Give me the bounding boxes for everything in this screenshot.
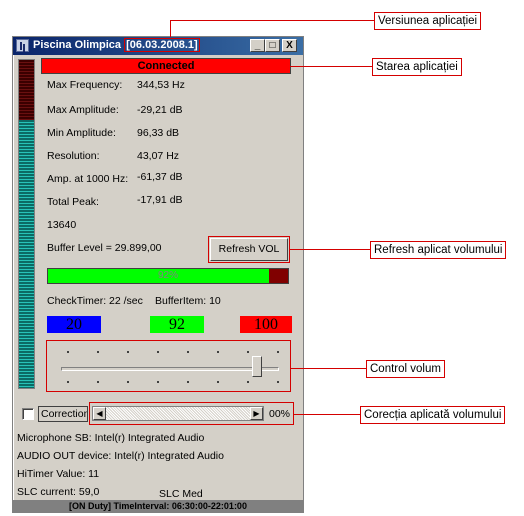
slider-tick bbox=[127, 381, 129, 383]
vu-meter-peak bbox=[19, 60, 34, 120]
window-title: Piscina Olimpica [06.03.2008.1] bbox=[33, 38, 200, 52]
metric-label: Total Peak: bbox=[47, 196, 99, 208]
close-button[interactable]: X bbox=[282, 39, 297, 52]
slider-tick bbox=[217, 381, 219, 383]
volume-slider-track[interactable] bbox=[61, 367, 279, 371]
maximize-button[interactable]: □ bbox=[265, 39, 280, 52]
callout-correction: Corecția aplicată volumului bbox=[360, 406, 506, 424]
counter-value: 13640 bbox=[47, 219, 77, 231]
hitimer-info: HiTimer Value: 11 bbox=[17, 468, 100, 480]
slider-tick bbox=[217, 351, 219, 353]
callout-connector bbox=[293, 414, 360, 415]
metric-label: Resolution: bbox=[47, 150, 100, 162]
refresh-vol-button[interactable]: Refresh VOL bbox=[208, 236, 290, 263]
scroll-right-arrow-icon[interactable]: ▶ bbox=[250, 407, 263, 420]
metric-label: Min Amplitude: bbox=[47, 127, 116, 139]
audio-out-info: AUDIO OUT device: Intel(r) Integrated Au… bbox=[17, 450, 224, 462]
connection-status: Connected bbox=[41, 58, 291, 74]
buffer-level-text: Buffer Level = 29.899,00 bbox=[47, 242, 162, 254]
title-bar[interactable]: Piscina Olimpica [06.03.2008.1] _ □ X bbox=[13, 37, 303, 55]
callout-connector bbox=[170, 20, 171, 37]
callout-version: Versiunea aplicației bbox=[374, 12, 482, 30]
correction-scrollbar[interactable]: ◀ ▶ bbox=[92, 406, 264, 421]
app-icon bbox=[16, 39, 29, 52]
metric-value: -29,21 dB bbox=[137, 104, 183, 116]
metric-label: Max Frequency: bbox=[47, 79, 123, 91]
app-window: Piscina Olimpica [06.03.2008.1] _ □ X Co… bbox=[12, 36, 304, 513]
indicator-green: 92 bbox=[150, 316, 204, 333]
slc-current-info: SLC current: 59,0 bbox=[17, 486, 100, 498]
slider-tick bbox=[187, 351, 189, 353]
slider-tick bbox=[277, 381, 279, 383]
indicator-blue: 20 bbox=[47, 316, 101, 333]
buffer-progress-label: 92% bbox=[157, 270, 178, 281]
callout-connector bbox=[290, 66, 372, 67]
correction-checkbox[interactable] bbox=[22, 408, 34, 420]
scroll-left-arrow-icon[interactable]: ◀ bbox=[93, 407, 106, 420]
vu-meter-level bbox=[19, 120, 34, 388]
slider-tick bbox=[187, 381, 189, 383]
metric-label: Max Amplitude: bbox=[47, 104, 119, 116]
version-label: [06.03.2008.1] bbox=[124, 38, 200, 52]
app-title: Piscina Olimpica bbox=[33, 39, 122, 51]
slider-tick bbox=[97, 351, 99, 353]
volume-slider-thumb[interactable] bbox=[252, 356, 263, 377]
callout-connector bbox=[290, 368, 366, 369]
slider-tick bbox=[247, 381, 249, 383]
buffer-progress-bar: 92% bbox=[47, 268, 289, 284]
callout-volume: Control volum bbox=[366, 360, 445, 378]
callout-state: Starea aplicației bbox=[372, 58, 462, 76]
metric-value: 43,07 Hz bbox=[137, 150, 180, 162]
metric-label: Amp. at 1000 Hz: bbox=[47, 173, 129, 185]
microphone-info: Microphone SB: Intel(r) Integrated Audio bbox=[17, 432, 205, 444]
vu-meter bbox=[18, 59, 35, 389]
slider-tick bbox=[97, 381, 99, 383]
volume-control bbox=[46, 340, 291, 392]
slider-tick bbox=[247, 351, 249, 353]
metric-value: -61,37 dB bbox=[137, 171, 183, 183]
correction-percent: 00% bbox=[269, 408, 291, 420]
buffer-item-text: BufferItem: 10 bbox=[155, 295, 221, 307]
correction-label[interactable]: Correction bbox=[38, 406, 88, 422]
metric-value: 344,53 Hz bbox=[137, 79, 185, 91]
slider-tick bbox=[277, 351, 279, 353]
slc-med-info: SLC Med bbox=[159, 488, 203, 500]
screenshot-stage: Piscina Olimpica [06.03.2008.1] _ □ X Co… bbox=[0, 0, 524, 516]
metric-value: -17,91 dB bbox=[137, 194, 183, 206]
status-bar: [ON Duty] TimeInterval: 06:30:00-22:01:0… bbox=[13, 500, 303, 512]
metric-value: 96,33 dB bbox=[137, 127, 180, 139]
slider-tick bbox=[157, 351, 159, 353]
check-timer-text: CheckTimer: 22 /sec bbox=[47, 295, 143, 307]
slider-tick bbox=[157, 381, 159, 383]
callout-connector bbox=[290, 249, 370, 250]
slider-tick bbox=[67, 351, 69, 353]
slider-tick bbox=[67, 381, 69, 383]
callout-refresh: Refresh aplicat volumului bbox=[370, 241, 507, 259]
slider-tick bbox=[127, 351, 129, 353]
indicator-red: 100 bbox=[240, 316, 292, 333]
minimize-button[interactable]: _ bbox=[250, 39, 265, 52]
callout-connector bbox=[170, 20, 374, 21]
